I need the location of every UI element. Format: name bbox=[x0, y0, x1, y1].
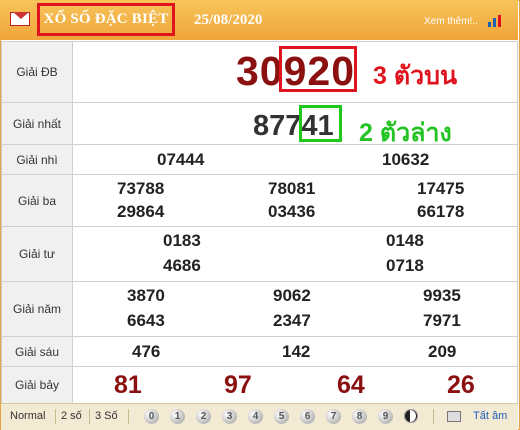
prize-number: 78081 bbox=[268, 179, 316, 198]
header-bar: XỔ SỐ ĐẶC BIỆT 25/08/2020 Xem thêm!.. bbox=[0, 0, 518, 40]
digit-ball-8[interactable]: 8 bbox=[352, 409, 367, 424]
digit-ball-7[interactable]: 7 bbox=[326, 409, 341, 424]
title-highlight-box: XỔ SỐ ĐẶC BIỆT bbox=[37, 3, 175, 36]
tab-divider bbox=[128, 409, 129, 424]
tab-2-digits[interactable]: 2 số bbox=[61, 410, 82, 422]
prize-number: 81 bbox=[114, 371, 142, 399]
prize-number: 6643 bbox=[127, 311, 165, 330]
tab-divider bbox=[89, 409, 90, 424]
first-prize-prefix: 877 bbox=[253, 110, 302, 142]
tab-3-digits[interactable]: 3 Số bbox=[95, 410, 118, 422]
all-sound-link[interactable]: Tất âm bbox=[473, 410, 507, 422]
prize-number: 66178 bbox=[417, 202, 465, 221]
digit-ball-3[interactable]: 3 bbox=[222, 409, 237, 424]
prize-label: Giải nhất bbox=[1, 102, 73, 145]
prize-number: 3870 bbox=[127, 286, 165, 305]
prize-number: 7971 bbox=[423, 311, 461, 330]
prize-label: Giải ba bbox=[1, 174, 73, 227]
prize-number: 142 bbox=[282, 342, 311, 361]
prize-number: 10632 bbox=[382, 150, 430, 169]
prize-number: 17475 bbox=[417, 179, 465, 198]
speaker-icon[interactable] bbox=[447, 411, 461, 422]
prize-label: Giải sáu bbox=[1, 336, 73, 367]
prize-row-g5: Giải năm 3870 9062 9935 6643 2347 7971 bbox=[1, 281, 518, 337]
digit-ball-1[interactable]: 1 bbox=[170, 409, 185, 424]
prize-number: 2347 bbox=[273, 311, 311, 330]
prize-number: 29864 bbox=[117, 202, 165, 221]
tab-divider bbox=[433, 409, 434, 424]
prize-label: Giải bảy bbox=[1, 366, 73, 404]
prize-number: 209 bbox=[428, 342, 457, 361]
page-title: XỔ SỐ ĐẶC BIỆT bbox=[43, 11, 169, 27]
digit-ball-5[interactable]: 5 bbox=[274, 409, 289, 424]
yin-yang-icon[interactable] bbox=[404, 409, 418, 423]
digit-ball-0[interactable]: 0 bbox=[144, 409, 159, 424]
prize-number: 07444 bbox=[157, 150, 205, 169]
prize-row-g4: Giải tư 0183 0148 4686 0718 bbox=[1, 226, 518, 282]
prize-cell-db: 30920 3 ตัวบน bbox=[72, 41, 518, 103]
prize-number: 9062 bbox=[273, 286, 311, 305]
prize-row-g7: Giải bảy 81 97 64 26 bbox=[1, 366, 518, 404]
prize-row-db: Giải ĐB 30920 3 ตัวบน bbox=[1, 41, 518, 103]
prize-number: 26 bbox=[447, 371, 475, 399]
prize-row-g1: Giải nhất 87741 2 ตัวล่าง bbox=[1, 102, 518, 147]
special-prize-prefix: 30 bbox=[236, 48, 284, 94]
prize-number: 03436 bbox=[268, 202, 316, 221]
envelope-icon bbox=[10, 12, 30, 26]
prize-row-g3: Giải ba 73788 78081 17475 29864 03436 66… bbox=[1, 174, 518, 227]
prize-row-g2: Giải nhì 07444 10632 bbox=[1, 144, 518, 175]
prize-label: Giải ĐB bbox=[1, 41, 73, 103]
digit-ball-9[interactable]: 9 bbox=[378, 409, 393, 424]
prize-row-g6: Giải sáu 476 142 209 bbox=[1, 336, 518, 367]
footer-toolbar: Normal 2 số 3 Số 0 1 2 3 4 5 6 7 8 9 Tất… bbox=[1, 403, 518, 430]
results-table: Giải ĐB 30920 3 ตัวบน Giải nhất 87741 2 … bbox=[1, 41, 518, 404]
prize-number: 64 bbox=[337, 371, 365, 399]
prize-number: 9935 bbox=[423, 286, 461, 305]
prize-number: 0148 bbox=[386, 231, 424, 250]
prize-number: 476 bbox=[132, 342, 161, 361]
prize-label: Giải tư bbox=[1, 226, 73, 282]
prize-label: Giải nhì bbox=[1, 144, 73, 175]
two-digit-highlight-box bbox=[299, 105, 342, 142]
digit-ball-4[interactable]: 4 bbox=[248, 409, 263, 424]
tab-normal[interactable]: Normal bbox=[10, 410, 45, 422]
prize-number: 73788 bbox=[117, 179, 165, 198]
prize-number: 0183 bbox=[163, 231, 201, 250]
draw-date: 25/08/2020 bbox=[194, 12, 263, 28]
three-top-annotation: 3 ตัวบน bbox=[373, 62, 458, 90]
prize-cell-g1: 87741 2 ตัวล่าง bbox=[72, 102, 518, 147]
bar-chart-icon[interactable] bbox=[488, 15, 502, 27]
digit-ball-2[interactable]: 2 bbox=[196, 409, 211, 424]
digit-ball-6[interactable]: 6 bbox=[300, 409, 315, 424]
tab-divider bbox=[55, 409, 56, 424]
prize-number: 97 bbox=[224, 371, 252, 399]
prize-label: Giải năm bbox=[1, 281, 73, 337]
prize-number: 4686 bbox=[163, 256, 201, 275]
more-link[interactable]: Xem thêm!.. bbox=[424, 16, 478, 27]
prize-number: 0718 bbox=[386, 256, 424, 275]
three-digit-highlight-box bbox=[279, 46, 357, 92]
